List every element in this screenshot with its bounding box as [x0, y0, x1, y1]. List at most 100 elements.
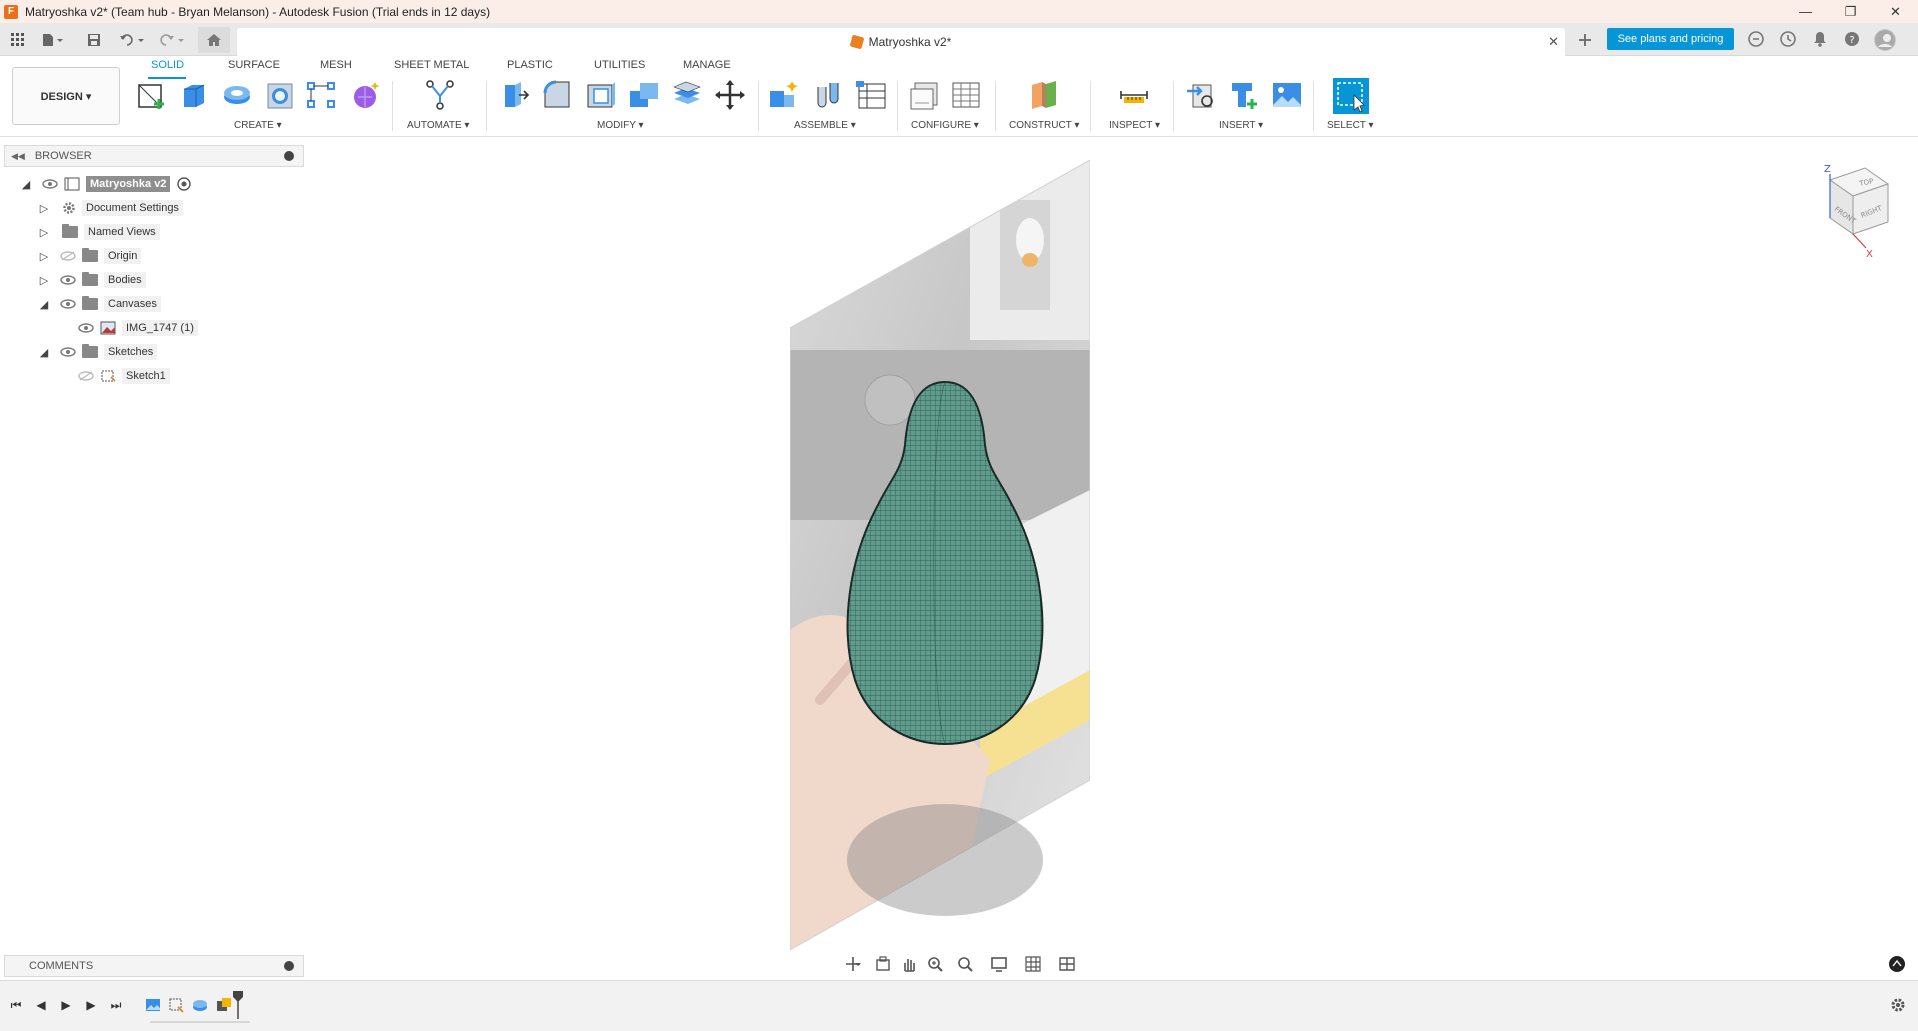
visibility-eye-icon[interactable] [42, 179, 58, 189]
undo-icon[interactable] [116, 29, 148, 51]
timeline-revolve-feature-icon[interactable] [192, 997, 208, 1013]
assemble-group-label[interactable]: ASSEMBLE ▾ [794, 120, 856, 131]
timeline-step-back-icon[interactable]: ◀ [33, 997, 49, 1013]
tree-row-canvas-image[interactable]: IMG_1747 (1) [68, 318, 198, 338]
activate-radio-icon[interactable] [176, 176, 192, 192]
viewcube[interactable]: TOP FRONT RIGHT Z X [1810, 160, 1900, 260]
close-tab-icon[interactable]: ✕ [1548, 34, 1559, 50]
tree-label[interactable]: Sketches [104, 344, 158, 360]
extensions-icon[interactable] [1746, 29, 1766, 49]
see-plans-button[interactable]: See plans and pricing [1607, 28, 1734, 50]
automate-group-label[interactable]: AUTOMATE ▾ [407, 120, 469, 131]
minimize-panel-icon[interactable] [284, 151, 294, 161]
tab-manage[interactable]: MANAGE [683, 59, 731, 71]
look-at-icon[interactable] [874, 955, 892, 973]
document-tab[interactable]: Matryoshka v2* ✕ [237, 28, 1565, 56]
workspace-switcher-button[interactable]: DESIGN ▾ [12, 67, 120, 125]
shell-icon[interactable] [585, 79, 617, 111]
orbit-icon[interactable] [840, 955, 866, 973]
timeline-canvas-feature-icon[interactable] [145, 997, 161, 1013]
insert-mcmaster-icon[interactable] [1228, 79, 1260, 111]
pattern-icon[interactable] [305, 79, 337, 111]
tree-label[interactable]: Bodies [104, 272, 146, 288]
tree-label[interactable]: Document Settings [82, 200, 183, 216]
tab-surface[interactable]: SURFACE [228, 59, 280, 71]
collapsed-triangle-icon[interactable]: ▷ [38, 250, 50, 263]
notifications-bell-icon[interactable] [1810, 29, 1830, 49]
apps-grid-icon[interactable] [8, 29, 28, 51]
bill-of-materials-icon[interactable] [855, 79, 887, 111]
tree-label[interactable]: Named Views [84, 224, 160, 240]
minimize-button[interactable]: — [1783, 0, 1828, 23]
tree-row-bodies[interactable]: ▷ Bodies [38, 270, 146, 290]
fillet-icon[interactable] [541, 79, 573, 111]
save-icon[interactable] [84, 29, 104, 51]
timeline-marker-handle[interactable] [232, 991, 244, 1019]
move-copy-icon[interactable] [714, 79, 746, 111]
tree-label[interactable]: Origin [104, 248, 142, 264]
file-menu-icon[interactable] [38, 29, 68, 51]
tree-row-document-settings[interactable]: ▷ Document Settings [38, 198, 183, 218]
help-icon[interactable]: ? [1842, 29, 1862, 49]
select-icon[interactable] [1332, 77, 1370, 115]
new-tab-icon[interactable] [1574, 29, 1596, 51]
tab-solid[interactable]: SOLID [151, 59, 184, 71]
collapsed-triangle-icon[interactable]: ▷ [38, 226, 50, 239]
create-form-icon[interactable] [350, 79, 382, 111]
expanded-triangle-icon[interactable]: ◢ [38, 346, 50, 359]
timeline-sketch-feature-icon[interactable] [168, 997, 184, 1013]
offset-face-icon[interactable] [671, 79, 703, 111]
canvas-image-plane[interactable] [790, 160, 1090, 950]
insert-group-label[interactable]: INSERT ▾ [1219, 120, 1263, 131]
home-icon[interactable] [198, 27, 230, 53]
insert-canvas-icon[interactable] [1271, 79, 1303, 111]
inspect-group-label[interactable]: INSPECT ▾ [1109, 120, 1160, 131]
visibility-eye-icon[interactable] [60, 347, 76, 357]
visibility-eye-icon[interactable] [60, 275, 76, 285]
tree-label-root[interactable]: Matryoshka v2 [86, 176, 171, 192]
browser-panel-header[interactable]: ◀◀ BROWSER [4, 145, 304, 167]
user-avatar[interactable] [1874, 29, 1896, 51]
tree-row-canvases[interactable]: ◢ Canvases [38, 294, 161, 314]
tab-utilities[interactable]: UTILITIES [594, 59, 645, 71]
timeline-step-forward-icon[interactable]: ▶ [83, 997, 99, 1013]
construct-group-label[interactable]: CONSTRUCT ▾ [1009, 120, 1079, 131]
tree-label[interactable]: Sketch1 [122, 368, 170, 384]
tree-label[interactable]: Canvases [104, 296, 161, 312]
tree-row-sketch1[interactable]: Sketch1 [68, 366, 170, 386]
pan-hand-icon[interactable] [900, 955, 918, 973]
configuration-table-icon[interactable] [950, 79, 982, 111]
configure-icon[interactable] [909, 79, 941, 111]
tab-mesh[interactable]: MESH [320, 59, 352, 71]
fusion-assistant-icon[interactable] [1888, 955, 1906, 973]
insert-derive-icon[interactable] [1185, 79, 1217, 111]
display-settings-icon[interactable] [986, 955, 1012, 973]
timeline-start-icon[interactable]: ⏮ [8, 997, 24, 1013]
press-pull-icon[interactable] [499, 79, 531, 111]
add-comment-icon[interactable] [284, 961, 294, 971]
collapsed-triangle-icon[interactable]: ▷ [38, 274, 50, 287]
tab-plastic[interactable]: PLASTIC [507, 59, 553, 71]
zoom-icon[interactable] [926, 955, 944, 973]
timeline-play-icon[interactable]: ▶ [58, 997, 74, 1013]
tree-row-origin[interactable]: ▷ Origin [38, 246, 142, 266]
select-group-label[interactable]: SELECT ▾ [1327, 120, 1374, 131]
comments-panel-header[interactable]: COMMENTS [4, 955, 304, 977]
expanded-triangle-icon[interactable]: ◢ [20, 178, 32, 191]
timeline-end-icon[interactable]: ⏭ [108, 997, 124, 1013]
hidden-eye-icon[interactable] [78, 371, 94, 381]
automate-icon[interactable] [424, 79, 456, 111]
modify-group-label[interactable]: MODIFY ▾ [597, 120, 644, 131]
new-component-icon[interactable] [768, 79, 800, 111]
expanded-triangle-icon[interactable]: ◢ [38, 298, 50, 311]
joint-icon[interactable] [812, 79, 844, 111]
tree-row-named-views[interactable]: ▷ Named Views [38, 222, 160, 242]
tree-row-sketches[interactable]: ◢ Sketches [38, 342, 158, 362]
collapsed-triangle-icon[interactable]: ▷ [38, 202, 50, 215]
create-group-label[interactable]: CREATE ▾ [234, 120, 282, 131]
combine-icon[interactable] [628, 79, 660, 111]
measure-icon[interactable] [1118, 79, 1150, 111]
tab-sheet-metal[interactable]: SHEET METAL [394, 59, 469, 71]
viewports-icon[interactable] [1054, 955, 1080, 973]
redo-icon[interactable] [156, 29, 188, 51]
